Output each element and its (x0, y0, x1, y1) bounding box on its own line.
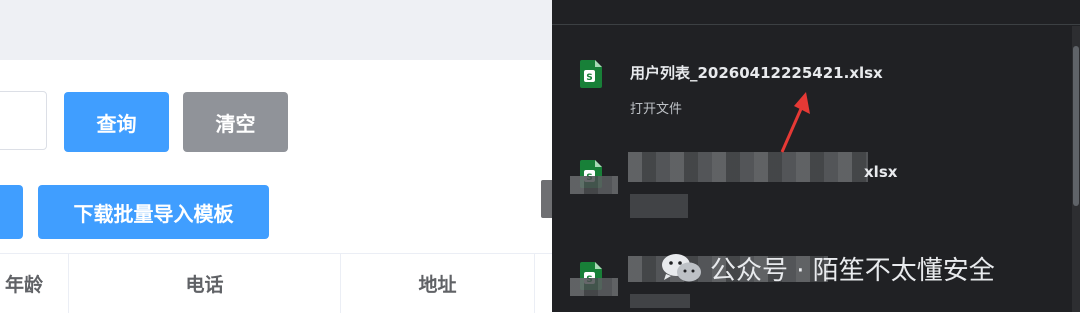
excel-file-icon: S (580, 60, 602, 88)
query-button[interactable]: 查询 (64, 92, 169, 152)
downloads-panel-header (552, 0, 1080, 25)
download-file-extension[interactable]: xlsx (864, 163, 897, 181)
search-input[interactable] (0, 91, 47, 150)
svg-text:S: S (586, 73, 592, 83)
column-header-age[interactable]: 年龄 (0, 254, 68, 313)
redacted-action (630, 194, 688, 218)
download-file-name[interactable]: 用户列表_20260412225421.xlsx (630, 62, 883, 83)
clear-button-label: 清空 (215, 111, 256, 136)
watermark-text: 公众号 · 陌笙不太懂安全 (710, 255, 995, 286)
redacted-region (570, 278, 618, 296)
redacted-region (570, 176, 618, 194)
download-template-button[interactable]: 下载批量导入模板 (38, 185, 269, 239)
top-bar (0, 0, 552, 60)
scrollbar-thumb[interactable] (1073, 46, 1079, 206)
redacted-action (630, 294, 690, 308)
watermark: 公众号 · 陌笙不太懂安全 (660, 248, 995, 288)
query-button-label: 查询 (96, 111, 137, 136)
column-divider (534, 254, 535, 313)
table-header: 年龄 电话 地址 (0, 253, 552, 313)
open-file-link[interactable]: 打开文件 (630, 98, 682, 117)
annotation-arrow-icon (780, 92, 810, 153)
redacted-file-name (628, 152, 868, 182)
partial-button[interactable] (0, 185, 23, 239)
download-template-label: 下载批量导入模板 (73, 201, 234, 226)
wechat-icon (662, 254, 701, 282)
column-header-phone[interactable]: 电话 (69, 254, 340, 313)
column-header-address[interactable]: 地址 (341, 254, 534, 313)
clear-button[interactable]: 清空 (183, 92, 288, 152)
scrollbar[interactable] (1072, 26, 1080, 312)
